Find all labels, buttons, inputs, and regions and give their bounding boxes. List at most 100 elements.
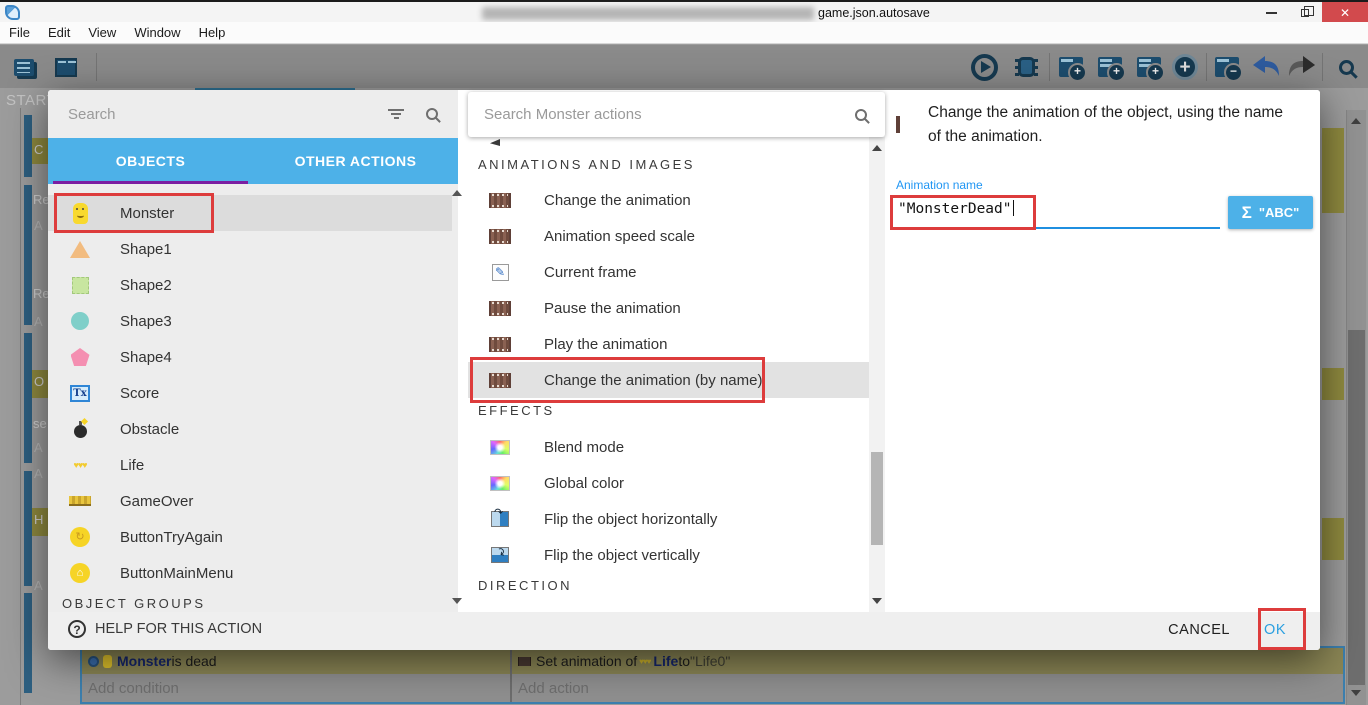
tab-other-actions[interactable]: OTHER ACTIONS bbox=[253, 138, 458, 184]
restore-button[interactable] bbox=[1288, 2, 1322, 24]
object-label: Shape1 bbox=[120, 241, 172, 258]
actions-search-input[interactable] bbox=[468, 106, 855, 123]
toolbar: + bbox=[0, 45, 1368, 88]
add-plus-icon[interactable]: + bbox=[1167, 49, 1203, 85]
action-description: Change the animation of the object, usin… bbox=[928, 101, 1300, 149]
filmstrip-mini-icon bbox=[518, 657, 531, 666]
add-action-button[interactable]: Add action bbox=[512, 674, 1343, 702]
action-item-blend-mode[interactable]: Blend mode bbox=[468, 429, 869, 465]
redo-icon[interactable] bbox=[1284, 49, 1320, 85]
help-for-this-action-button[interactable]: ? HELP FOR THIS ACTION bbox=[68, 620, 262, 638]
action-item-flip-horizontally[interactable]: Flip the object horizontally bbox=[468, 501, 869, 537]
object-item-gameover[interactable]: GameOver bbox=[48, 483, 452, 519]
frame-icon: ✎ bbox=[488, 264, 512, 281]
cancel-button[interactable]: CANCEL bbox=[1168, 622, 1230, 638]
condition-line[interactable]: Monster is dead bbox=[82, 648, 510, 674]
menu-view[interactable]: View bbox=[79, 23, 125, 42]
retry-button-icon: ↻ bbox=[68, 527, 92, 547]
event-text-fragment: C bbox=[34, 142, 43, 157]
search-icon[interactable] bbox=[1328, 49, 1364, 85]
action-item-flip-vertically[interactable]: Flip the object vertically bbox=[468, 537, 869, 573]
menu-edit[interactable]: Edit bbox=[39, 23, 79, 42]
delete-event-icon[interactable] bbox=[1209, 49, 1245, 85]
text-object-icon: Tx bbox=[68, 385, 92, 402]
action-label: Pause the animation bbox=[544, 300, 681, 317]
undo-icon[interactable] bbox=[1248, 49, 1284, 85]
debug-icon[interactable] bbox=[1008, 49, 1044, 85]
objects-search-input[interactable] bbox=[48, 106, 388, 123]
object-item-shape3[interactable]: Shape3 bbox=[48, 303, 452, 339]
action-value: "Life0" bbox=[690, 653, 730, 669]
action-item-change-animation-by-name[interactable]: Change the animation (by name) bbox=[468, 362, 869, 398]
object-label: ButtonTryAgain bbox=[120, 529, 223, 546]
action-item-global-color[interactable]: Global color bbox=[468, 465, 869, 501]
object-item-shape1[interactable]: Shape1 bbox=[48, 231, 452, 267]
action-item-current-frame[interactable]: ✎ Current frame bbox=[468, 254, 869, 290]
action-editor-dialog: OBJECTS OTHER ACTIONS Monster Shape1 Sha… bbox=[48, 90, 1320, 650]
play-icon[interactable] bbox=[966, 49, 1002, 85]
expression-editor-button[interactable]: Σ "ABC" bbox=[1228, 196, 1313, 229]
scroll-up-arrow-icon[interactable] bbox=[1351, 118, 1361, 124]
minimize-button[interactable] bbox=[1254, 2, 1288, 24]
actions-scrollbar-thumb[interactable] bbox=[871, 452, 883, 545]
object-item-life[interactable]: ♥♥♥ Life bbox=[48, 447, 452, 483]
project-path-blurred bbox=[482, 7, 814, 20]
blend-mode-icon bbox=[488, 440, 512, 455]
add-event-icon[interactable] bbox=[1053, 49, 1089, 85]
scroll-down-arrow-icon[interactable] bbox=[452, 598, 462, 604]
object-groups-header: OBJECT GROUPS bbox=[62, 596, 206, 611]
filmstrip-icon bbox=[488, 193, 512, 208]
comment-block-fragment bbox=[1322, 518, 1344, 560]
search-icon[interactable] bbox=[426, 108, 438, 120]
scroll-up-arrow-icon[interactable] bbox=[872, 145, 882, 151]
monster-icon bbox=[68, 203, 92, 224]
events-sheet-icon[interactable] bbox=[6, 49, 42, 85]
ok-button[interactable]: OK bbox=[1264, 622, 1286, 638]
action-item-animation-speed-scale[interactable]: Animation speed scale bbox=[468, 218, 869, 254]
actions-cell: Set animation of ♥♥♥ Life to "Life0" Add… bbox=[512, 648, 1343, 702]
action-line[interactable]: Set animation of ♥♥♥ Life to "Life0" bbox=[512, 648, 1343, 674]
close-button[interactable]: ✕ bbox=[1322, 2, 1368, 24]
menu-window[interactable]: Window bbox=[125, 23, 189, 42]
dialog-footer: ? HELP FOR THIS ACTION CANCEL OK bbox=[48, 612, 1320, 650]
app-scrollbar-thumb[interactable] bbox=[1348, 330, 1365, 685]
menu-help[interactable]: Help bbox=[190, 23, 235, 42]
menu-file[interactable]: File bbox=[0, 23, 39, 42]
behavior-gear-icon bbox=[88, 656, 99, 667]
action-item-pause-animation[interactable]: Pause the animation bbox=[468, 290, 869, 326]
search-icon[interactable] bbox=[855, 109, 867, 121]
tab-objects[interactable]: OBJECTS bbox=[48, 138, 253, 184]
object-label: Shape4 bbox=[120, 349, 172, 366]
filmstrip-icon bbox=[488, 337, 512, 352]
action-item-play-animation[interactable]: Play the animation bbox=[468, 326, 869, 362]
filter-icon[interactable] bbox=[388, 107, 404, 121]
scroll-up-arrow-icon[interactable] bbox=[452, 190, 462, 196]
action-label: Flip the object horizontally bbox=[544, 511, 717, 528]
selected-event-row[interactable]: Monster is dead Add condition Set animat… bbox=[80, 646, 1345, 704]
action-label: Flip the object vertically bbox=[544, 547, 700, 564]
action-item-change-animation[interactable]: Change the animation bbox=[468, 182, 869, 218]
object-item-buttontryagain[interactable]: ↻ ButtonTryAgain bbox=[48, 519, 452, 555]
scroll-down-arrow-icon[interactable] bbox=[872, 598, 882, 604]
object-label: Shape3 bbox=[120, 313, 172, 330]
object-item-monster[interactable]: Monster bbox=[48, 195, 452, 231]
action-label: Change the animation (by name) bbox=[544, 372, 762, 389]
add-subevent-icon[interactable] bbox=[1092, 49, 1128, 85]
add-condition-button[interactable]: Add condition bbox=[82, 674, 510, 702]
scene-editor-icon[interactable] bbox=[48, 49, 84, 85]
object-item-shape2[interactable]: Shape2 bbox=[48, 267, 452, 303]
app-logo-icon bbox=[5, 5, 20, 20]
add-comment-icon[interactable] bbox=[1131, 49, 1167, 85]
object-item-obstacle[interactable]: Obstacle bbox=[48, 411, 452, 447]
object-item-shape4[interactable]: Shape4 bbox=[48, 339, 452, 375]
life-thumbnail-icon: ♥♥♥ bbox=[639, 657, 650, 666]
animation-name-field[interactable]: "MonsterDead" bbox=[898, 200, 1014, 217]
global-color-icon bbox=[488, 476, 512, 491]
scroll-down-arrow-icon[interactable] bbox=[1351, 690, 1361, 696]
object-item-buttonmainmenu[interactable]: ⌂ ButtonMainMenu bbox=[48, 555, 452, 591]
object-item-score[interactable]: Tx Score bbox=[48, 375, 452, 411]
event-text-fragment: se bbox=[33, 416, 47, 431]
event-indent-bar bbox=[24, 333, 32, 463]
action-label: Animation speed scale bbox=[544, 228, 695, 245]
actions-scrollbar[interactable] bbox=[869, 137, 885, 612]
